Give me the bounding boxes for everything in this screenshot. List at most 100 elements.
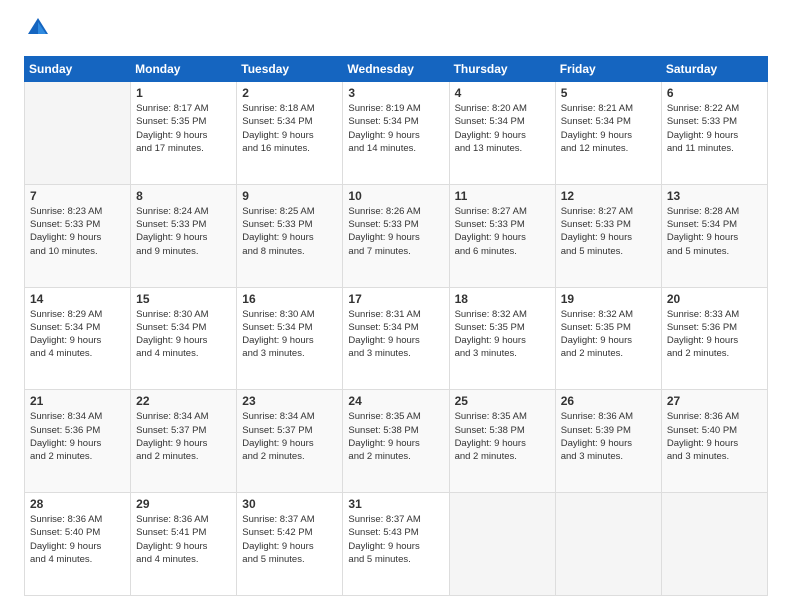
logo — [24, 20, 56, 42]
day-number: 30 — [242, 497, 337, 511]
calendar-cell: 7 Sunrise: 8:23 AM Sunset: 5:33 PM Daylig… — [25, 184, 131, 287]
calendar-cell: 15 Sunrise: 8:30 AM Sunset: 5:34 PM Dayli… — [131, 287, 237, 390]
calendar-cell: 13 Sunrise: 8:28 AM Sunset: 5:34 PM Dayli… — [661, 184, 767, 287]
calendar-cell: 16 Sunrise: 8:30 AM Sunset: 5:34 PM Dayli… — [237, 287, 343, 390]
day-info: Sunrise: 8:32 AM Sunset: 5:35 PM Dayligh… — [455, 308, 550, 361]
day-info: Sunrise: 8:22 AM Sunset: 5:33 PM Dayligh… — [667, 102, 762, 155]
day-number: 27 — [667, 394, 762, 408]
calendar-cell: 31 Sunrise: 8:37 AM Sunset: 5:43 PM Dayli… — [343, 493, 449, 596]
day-info: Sunrise: 8:33 AM Sunset: 5:36 PM Dayligh… — [667, 308, 762, 361]
day-number: 14 — [30, 292, 125, 306]
weekday-header: Wednesday — [343, 57, 449, 82]
day-number: 13 — [667, 189, 762, 203]
day-number: 26 — [561, 394, 656, 408]
calendar-cell: 29Sunrise: 8:36 AM Sunset: 5:41 PM Dayli… — [131, 493, 237, 596]
day-number: 28 — [30, 497, 125, 511]
calendar-cell: 17 Sunrise: 8:31 AM Sunset: 5:34 PM Dayli… — [343, 287, 449, 390]
day-info: Sunrise: 8:17 AM Sunset: 5:35 PM Dayligh… — [136, 102, 231, 155]
calendar-header-row: SundayMondayTuesdayWednesdayThursdayFrid… — [25, 57, 768, 82]
logo-icon — [24, 14, 52, 42]
day-info: Sunrise: 8:29 AM Sunset: 5:34 PM Dayligh… — [30, 308, 125, 361]
day-info: Sunrise: 8:32 AM Sunset: 5:35 PM Dayligh… — [561, 308, 656, 361]
day-number: 16 — [242, 292, 337, 306]
day-info: Sunrise: 8:24 AM Sunset: 5:33 PM Dayligh… — [136, 205, 231, 258]
day-info: Sunrise: 8:35 AM Sunset: 5:38 PM Dayligh… — [348, 410, 443, 463]
calendar-cell: 21 Sunrise: 8:34 AM Sunset: 5:36 PM Dayli… — [25, 390, 131, 493]
day-info: Sunrise: 8:36 AM Sunset: 5:40 PM Dayligh… — [667, 410, 762, 463]
calendar-table: SundayMondayTuesdayWednesdayThursdayFrid… — [24, 56, 768, 596]
calendar-week-row: 28 Sunrise: 8:36 AM Sunset: 5:40 PM Dayli… — [25, 493, 768, 596]
day-info: Sunrise: 8:34 AM Sunset: 5:36 PM Dayligh… — [30, 410, 125, 463]
day-number: 12 — [561, 189, 656, 203]
day-info: Sunrise: 8:25 AM Sunset: 5:33 PM Dayligh… — [242, 205, 337, 258]
calendar-week-row: 7 Sunrise: 8:23 AM Sunset: 5:33 PM Daylig… — [25, 184, 768, 287]
calendar-cell: 12 Sunrise: 8:27 AM Sunset: 5:33 PM Dayli… — [555, 184, 661, 287]
day-info: Sunrise: 8:34 AM Sunset: 5:37 PM Dayligh… — [242, 410, 337, 463]
day-info: Sunrise: 8:27 AM Sunset: 5:33 PM Dayligh… — [455, 205, 550, 258]
calendar-cell: 9Sunrise: 8:25 AM Sunset: 5:33 PM Daylig… — [237, 184, 343, 287]
day-number: 19 — [561, 292, 656, 306]
calendar-cell: 22 Sunrise: 8:34 AM Sunset: 5:37 PM Dayli… — [131, 390, 237, 493]
day-number: 24 — [348, 394, 443, 408]
day-number: 17 — [348, 292, 443, 306]
calendar-cell — [555, 493, 661, 596]
day-number: 7 — [30, 189, 125, 203]
day-number: 8 — [136, 189, 231, 203]
day-number: 23 — [242, 394, 337, 408]
weekday-header: Friday — [555, 57, 661, 82]
day-number: 18 — [455, 292, 550, 306]
day-info: Sunrise: 8:20 AM Sunset: 5:34 PM Dayligh… — [455, 102, 550, 155]
day-info: Sunrise: 8:36 AM Sunset: 5:40 PM Dayligh… — [30, 513, 125, 566]
day-number: 21 — [30, 394, 125, 408]
day-info: Sunrise: 8:30 AM Sunset: 5:34 PM Dayligh… — [242, 308, 337, 361]
day-number: 10 — [348, 189, 443, 203]
day-info: Sunrise: 8:19 AM Sunset: 5:34 PM Dayligh… — [348, 102, 443, 155]
day-info: Sunrise: 8:23 AM Sunset: 5:33 PM Dayligh… — [30, 205, 125, 258]
calendar-cell: 6 Sunrise: 8:22 AM Sunset: 5:33 PM Daylig… — [661, 82, 767, 185]
day-number: 1 — [136, 86, 231, 100]
weekday-header: Thursday — [449, 57, 555, 82]
calendar-cell: 24 Sunrise: 8:35 AM Sunset: 5:38 PM Dayli… — [343, 390, 449, 493]
calendar-cell: 30Sunrise: 8:37 AM Sunset: 5:42 PM Dayli… — [237, 493, 343, 596]
calendar-cell: 10Sunrise: 8:26 AM Sunset: 5:33 PM Dayli… — [343, 184, 449, 287]
calendar-cell: 20 Sunrise: 8:33 AM Sunset: 5:36 PM Dayli… — [661, 287, 767, 390]
calendar-cell — [449, 493, 555, 596]
calendar-cell: 11Sunrise: 8:27 AM Sunset: 5:33 PM Dayli… — [449, 184, 555, 287]
calendar-week-row: 14 Sunrise: 8:29 AM Sunset: 5:34 PM Dayli… — [25, 287, 768, 390]
day-info: Sunrise: 8:27 AM Sunset: 5:33 PM Dayligh… — [561, 205, 656, 258]
weekday-header: Monday — [131, 57, 237, 82]
day-info: Sunrise: 8:30 AM Sunset: 5:34 PM Dayligh… — [136, 308, 231, 361]
day-number: 22 — [136, 394, 231, 408]
day-number: 20 — [667, 292, 762, 306]
day-number: 6 — [667, 86, 762, 100]
calendar-cell: 28 Sunrise: 8:36 AM Sunset: 5:40 PM Dayli… — [25, 493, 131, 596]
day-info: Sunrise: 8:37 AM Sunset: 5:43 PM Dayligh… — [348, 513, 443, 566]
day-info: Sunrise: 8:21 AM Sunset: 5:34 PM Dayligh… — [561, 102, 656, 155]
calendar-cell: 8 Sunrise: 8:24 AM Sunset: 5:33 PM Daylig… — [131, 184, 237, 287]
calendar-week-row: 21 Sunrise: 8:34 AM Sunset: 5:36 PM Dayli… — [25, 390, 768, 493]
calendar-cell: 27 Sunrise: 8:36 AM Sunset: 5:40 PM Dayli… — [661, 390, 767, 493]
day-number: 15 — [136, 292, 231, 306]
day-info: Sunrise: 8:34 AM Sunset: 5:37 PM Dayligh… — [136, 410, 231, 463]
day-number: 25 — [455, 394, 550, 408]
day-info: Sunrise: 8:28 AM Sunset: 5:34 PM Dayligh… — [667, 205, 762, 258]
day-info: Sunrise: 8:31 AM Sunset: 5:34 PM Dayligh… — [348, 308, 443, 361]
calendar-cell — [661, 493, 767, 596]
calendar-cell: 25 Sunrise: 8:35 AM Sunset: 5:38 PM Dayli… — [449, 390, 555, 493]
calendar-week-row: 1 Sunrise: 8:17 AM Sunset: 5:35 PM Daylig… — [25, 82, 768, 185]
weekday-header: Sunday — [25, 57, 131, 82]
weekday-header: Saturday — [661, 57, 767, 82]
day-info: Sunrise: 8:18 AM Sunset: 5:34 PM Dayligh… — [242, 102, 337, 155]
calendar-cell: 5Sunrise: 8:21 AM Sunset: 5:34 PM Daylig… — [555, 82, 661, 185]
day-info: Sunrise: 8:35 AM Sunset: 5:38 PM Dayligh… — [455, 410, 550, 463]
day-number: 31 — [348, 497, 443, 511]
calendar-cell: 18 Sunrise: 8:32 AM Sunset: 5:35 PM Dayli… — [449, 287, 555, 390]
weekday-header: Tuesday — [237, 57, 343, 82]
day-number: 4 — [455, 86, 550, 100]
day-info: Sunrise: 8:36 AM Sunset: 5:41 PM Dayligh… — [136, 513, 231, 566]
calendar-cell: 19 Sunrise: 8:32 AM Sunset: 5:35 PM Dayli… — [555, 287, 661, 390]
day-info: Sunrise: 8:36 AM Sunset: 5:39 PM Dayligh… — [561, 410, 656, 463]
page: SundayMondayTuesdayWednesdayThursdayFrid… — [0, 0, 792, 612]
calendar-cell: 1 Sunrise: 8:17 AM Sunset: 5:35 PM Daylig… — [131, 82, 237, 185]
header — [24, 20, 768, 42]
